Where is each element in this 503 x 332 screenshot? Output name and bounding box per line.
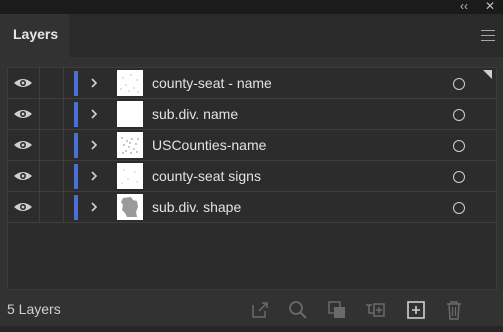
search-icon[interactable] xyxy=(287,299,309,321)
chevron-right-icon[interactable] xyxy=(88,139,100,151)
divider xyxy=(39,68,40,99)
lock-toggle-area[interactable] xyxy=(63,68,64,99)
layer-thumbnail xyxy=(117,132,143,158)
layer-name[interactable]: county-seat signs xyxy=(152,161,261,192)
layer-color-bar xyxy=(74,102,78,127)
tab-bar: Layers xyxy=(0,14,503,57)
layers-list: county-seat - name sub.div. name USCount… xyxy=(7,67,497,290)
target-circle-icon[interactable] xyxy=(453,78,465,90)
visibility-eye-icon[interactable] xyxy=(13,138,33,152)
layer-color-bar xyxy=(74,133,78,158)
clipping-mask-icon[interactable] xyxy=(326,299,348,321)
visibility-eye-icon[interactable] xyxy=(13,200,33,214)
layer-row[interactable]: sub.div. shape xyxy=(8,192,496,223)
layer-name[interactable]: sub.div. name xyxy=(152,99,238,130)
layer-row[interactable]: sub.div. name xyxy=(8,99,496,130)
divider xyxy=(39,99,40,130)
panel-menu-icon[interactable] xyxy=(481,30,495,42)
tab-layers[interactable]: Layers xyxy=(0,14,69,57)
visibility-eye-icon[interactable] xyxy=(13,169,33,183)
layer-count: 5 Layers xyxy=(7,301,61,317)
layer-row[interactable]: county-seat signs xyxy=(8,161,496,192)
panel-titlebar: ‹‹ ✕ xyxy=(0,0,503,14)
target-circle-icon[interactable] xyxy=(453,202,465,214)
layer-color-bar xyxy=(74,195,78,220)
visibility-eye-icon[interactable] xyxy=(13,107,33,121)
divider xyxy=(39,130,40,161)
layer-name[interactable]: USCounties-name xyxy=(152,130,266,161)
layer-name[interactable]: county-seat - name xyxy=(152,68,272,99)
collapse-panel-icon[interactable]: ‹‹ xyxy=(460,0,468,13)
target-circle-icon[interactable] xyxy=(453,171,465,183)
visibility-eye-icon[interactable] xyxy=(13,76,33,90)
layers-panel: county-seat - name sub.div. name USCount… xyxy=(0,57,503,332)
lock-toggle-area[interactable] xyxy=(63,161,64,192)
layer-row[interactable]: county-seat - name xyxy=(8,68,496,99)
chevron-right-icon[interactable] xyxy=(88,108,100,120)
layer-color-bar xyxy=(74,164,78,189)
chevron-right-icon[interactable] xyxy=(88,77,100,89)
layer-thumbnail xyxy=(117,70,143,96)
target-circle-icon[interactable] xyxy=(453,140,465,152)
divider xyxy=(39,192,40,223)
lock-toggle-area[interactable] xyxy=(63,192,64,223)
lock-toggle-area[interactable] xyxy=(63,99,64,130)
panel-bottom-edge xyxy=(0,326,503,332)
divider xyxy=(39,161,40,192)
target-circle-icon[interactable] xyxy=(453,109,465,121)
layer-thumbnail xyxy=(117,163,143,189)
chevron-right-icon[interactable] xyxy=(88,170,100,182)
new-layer-icon[interactable] xyxy=(405,299,427,321)
export-icon[interactable] xyxy=(249,299,271,321)
layer-thumbnail xyxy=(117,101,143,127)
trash-icon[interactable] xyxy=(443,299,465,321)
layer-name[interactable]: sub.div. shape xyxy=(152,192,241,223)
layer-color-bar xyxy=(74,71,78,96)
layer-thumbnail xyxy=(117,194,143,220)
close-icon[interactable]: ✕ xyxy=(485,0,495,13)
layer-row[interactable]: USCounties-name xyxy=(8,130,496,161)
lock-toggle-area[interactable] xyxy=(63,130,64,161)
new-sublayer-icon[interactable] xyxy=(364,299,386,321)
chevron-right-icon[interactable] xyxy=(88,201,100,213)
